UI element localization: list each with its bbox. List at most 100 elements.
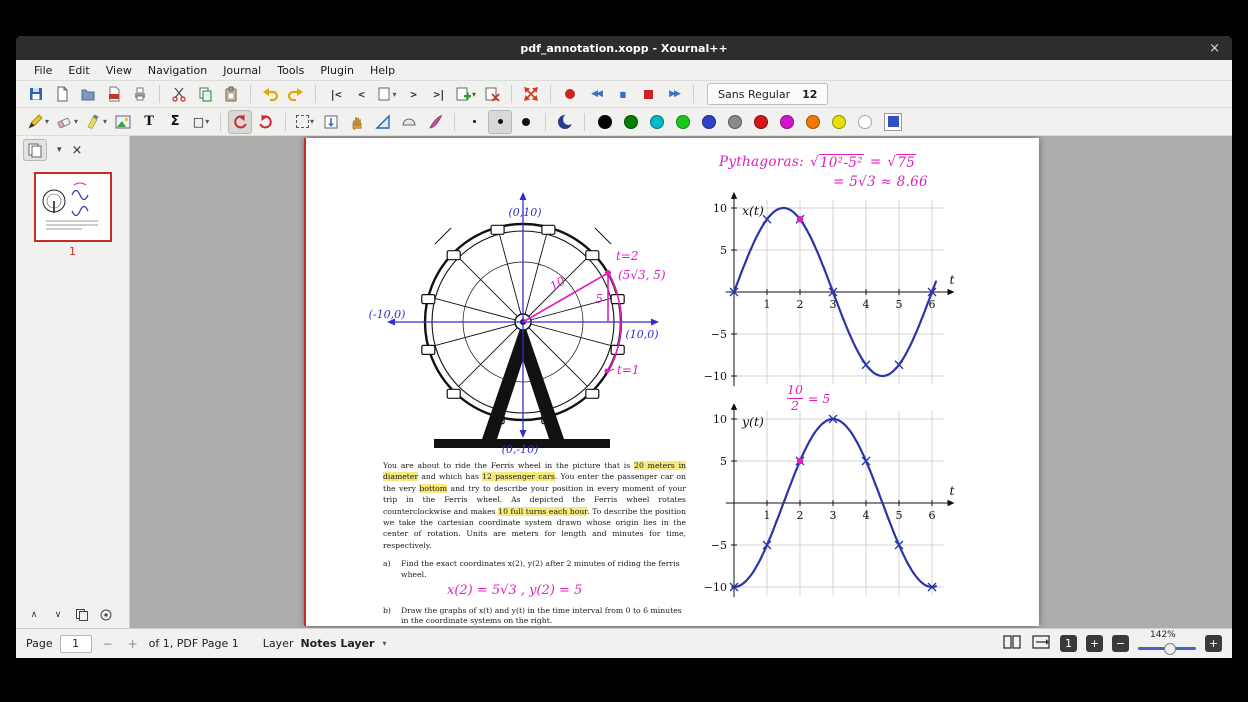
select-region-button[interactable]: ▾: [293, 110, 317, 134]
sidebar-close-button[interactable]: ×: [72, 143, 83, 158]
menu-item-journal[interactable]: Journal: [215, 62, 269, 79]
sidebar-down-button[interactable]: ∨: [48, 606, 68, 624]
color-swatch-8[interactable]: [806, 114, 821, 129]
save-button[interactable]: [24, 82, 48, 106]
rotate-cw-button[interactable]: [254, 110, 278, 134]
color-swatch-3[interactable]: [676, 114, 691, 129]
vertical-space-button[interactable]: [319, 110, 343, 134]
color-swatch-7[interactable]: [780, 114, 795, 129]
target-page-button[interactable]: [96, 606, 116, 624]
math-tex-button[interactable]: Σ: [163, 110, 187, 134]
thick-dot-icon: [522, 117, 531, 126]
svg-text:1: 1: [764, 298, 771, 311]
cut-button[interactable]: [167, 82, 191, 106]
color-swatch-4[interactable]: [702, 114, 717, 129]
forward-button[interactable]: ▶▶: [662, 82, 686, 106]
radical-expression: √ 10²-5²: [809, 154, 864, 171]
paste-button[interactable]: [219, 82, 243, 106]
rewind-button[interactable]: ◀◀: [584, 82, 608, 106]
zoom-slider[interactable]: 142%: [1138, 630, 1196, 657]
presentation-mode-button[interactable]: [1031, 634, 1051, 653]
pen-size-thick-button[interactable]: [514, 110, 538, 134]
new-document-button[interactable]: [50, 82, 74, 106]
record-audio-button[interactable]: [558, 82, 582, 106]
previous-page-button[interactable]: <: [349, 82, 373, 106]
svg-text:5: 5: [720, 244, 727, 257]
menu-item-navigation[interactable]: Navigation: [140, 62, 215, 79]
pen-size-fine-button[interactable]: [462, 110, 486, 134]
page-number-input[interactable]: 1: [59, 634, 92, 653]
page-thumbnail[interactable]: [33, 172, 112, 242]
copy-button[interactable]: [193, 82, 217, 106]
page-decrement-button[interactable]: −: [99, 635, 117, 653]
zoom-in-button[interactable]: +: [1205, 635, 1222, 652]
color-swatch-10[interactable]: [858, 114, 873, 129]
color-swatch-6[interactable]: [754, 114, 769, 129]
toolbar-separator: [511, 85, 513, 103]
text-tool-button[interactable]: T: [137, 110, 161, 134]
sidebar-chevron-down-icon[interactable]: ▾: [57, 145, 62, 155]
highlighter-tool-button[interactable]: ▾: [82, 110, 109, 134]
setsquare-tool-button[interactable]: [371, 110, 395, 134]
body-text: and which has: [418, 472, 483, 482]
first-page-button[interactable]: |<: [323, 82, 347, 106]
delete-page-button[interactable]: [480, 82, 504, 106]
last-page-button[interactable]: >|: [427, 82, 451, 106]
svg-text:t: t: [950, 272, 956, 287]
shape-tool-button[interactable]: □ ▾: [189, 110, 213, 134]
export-pdf-button[interactable]: [102, 82, 126, 106]
color-swatch-5[interactable]: [728, 114, 743, 129]
zoom-slider-handle[interactable]: [1164, 642, 1176, 655]
open-button[interactable]: [76, 82, 100, 106]
axis-label-bottom: (0,-10): [502, 443, 539, 456]
compass-tool-button[interactable]: [397, 110, 421, 134]
font-button[interactable]: Sans Regular 12: [707, 83, 829, 105]
menu-item-tools[interactable]: Tools: [269, 62, 312, 79]
color-swatch-0[interactable]: [598, 114, 613, 129]
undo-button[interactable]: [258, 82, 282, 106]
window-close-button[interactable]: ×: [1209, 36, 1220, 60]
pdf-page[interactable]: (0,10) (-10,0) (10,0) (0,-10) 10 5 t=2 (…: [304, 138, 1039, 626]
menu-item-view[interactable]: View: [98, 62, 140, 79]
print-button[interactable]: [128, 82, 152, 106]
pen-size-medium-button[interactable]: [488, 109, 513, 134]
dark-theme-button[interactable]: [553, 110, 577, 134]
preview-pane-button[interactable]: [23, 139, 47, 161]
menu-item-file[interactable]: File: [26, 62, 60, 79]
color-swatch-1[interactable]: [624, 114, 639, 129]
title-bar[interactable]: pdf_annotation.xopp - Xournal++ ×: [16, 36, 1232, 60]
toolbar-separator: [454, 112, 456, 131]
zoom-fit-button[interactable]: +: [1086, 635, 1103, 652]
menu-item-edit[interactable]: Edit: [60, 62, 97, 79]
stop-button[interactable]: [636, 82, 660, 106]
color-picker-button[interactable]: [884, 112, 903, 131]
next-page-button[interactable]: >: [401, 82, 425, 106]
layer-selector[interactable]: Notes Layer: [300, 637, 374, 650]
fraction-denominator: 2: [790, 398, 799, 413]
pause-icon: ▮▮: [619, 89, 627, 99]
fullscreen-button[interactable]: [519, 82, 543, 106]
color-swatch-2[interactable]: [650, 114, 665, 129]
hand-tool-button[interactable]: [345, 110, 369, 134]
menu-item-help[interactable]: Help: [362, 62, 403, 79]
sidebar-up-button[interactable]: ∧: [24, 606, 44, 624]
dual-page-view-button[interactable]: [1002, 634, 1022, 653]
duplicate-page-button[interactable]: [72, 606, 92, 624]
layer-chevron-down-icon[interactable]: ▾: [382, 639, 386, 648]
pause-button[interactable]: ▮▮: [610, 82, 634, 106]
new-page-button[interactable]: ▾: [453, 82, 478, 106]
pen-tool-button[interactable]: ▾: [24, 110, 51, 134]
document-canvas[interactable]: (0,10) (-10,0) (10,0) (0,-10) 10 5 t=2 (…: [130, 136, 1232, 628]
zoom-out-button[interactable]: −: [1112, 635, 1129, 652]
eraser-tool-button[interactable]: ▾: [53, 110, 80, 134]
spline-tool-button[interactable]: [423, 110, 447, 134]
color-swatch-9[interactable]: [832, 114, 847, 129]
menu-item-plugin[interactable]: Plugin: [312, 62, 362, 79]
page-select-button[interactable]: ▾: [375, 82, 399, 106]
image-tool-button[interactable]: [111, 110, 135, 134]
zoom-100-button[interactable]: 1: [1060, 635, 1077, 652]
redo-button[interactable]: [284, 82, 308, 106]
radical-result: √ 75: [887, 154, 917, 171]
page-increment-button[interactable]: +: [124, 635, 142, 653]
rotate-ccw-button[interactable]: [228, 109, 253, 134]
